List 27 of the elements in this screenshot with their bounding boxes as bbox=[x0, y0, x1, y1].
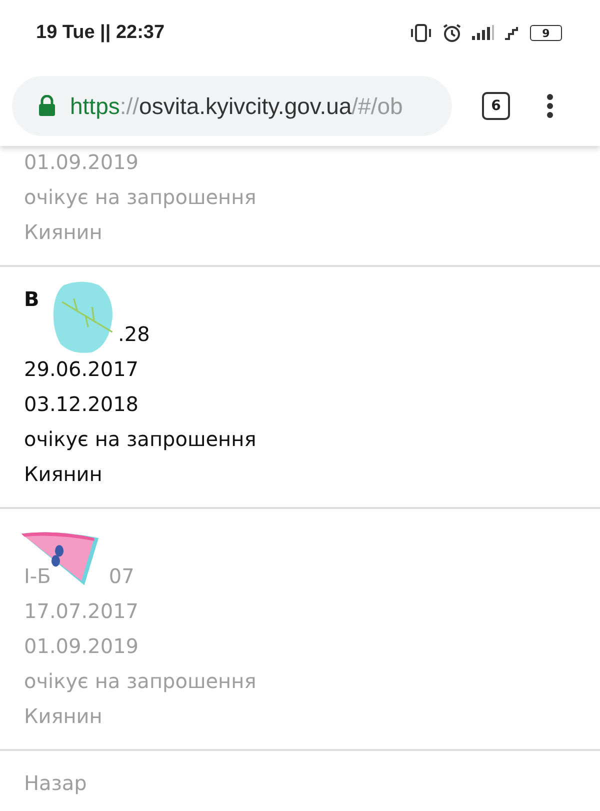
address-bar[interactable]: https://osvita.kyivcity.gov.ua/#/ob bbox=[12, 76, 452, 136]
entry-text: І-Б bbox=[24, 564, 51, 588]
entry-text: Киянин bbox=[24, 704, 102, 728]
entry-text: 01.09.2019 bbox=[24, 150, 139, 174]
tab-count-button[interactable]: 6 bbox=[482, 92, 510, 120]
entry-text: 01.09.2019 bbox=[24, 634, 139, 658]
entry-text: 17.07.2017 bbox=[24, 598, 139, 622]
menu-icon[interactable] bbox=[546, 93, 554, 119]
entry-text: очікує на запрошення bbox=[24, 426, 256, 450]
entry-text: Киянин bbox=[24, 220, 102, 244]
entry-text: В bbox=[24, 286, 40, 310]
signal-icon bbox=[472, 25, 494, 41]
battery-icon: 9 bbox=[530, 25, 562, 41]
url-text: https://osvita.kyivcity.gov.ua/#/ob bbox=[70, 92, 403, 120]
entry-text: очікує на запрошення bbox=[24, 184, 256, 208]
entry-text: очікує на запрошення bbox=[24, 668, 256, 692]
entry-text: .28 bbox=[118, 322, 150, 346]
leaf-sticker-icon bbox=[52, 279, 114, 355]
entry-text: 07 bbox=[108, 564, 134, 588]
entry-text: Назар bbox=[24, 770, 87, 794]
alarm-icon bbox=[442, 23, 462, 43]
entry-text: 29.06.2017 bbox=[24, 356, 139, 380]
entry-text: 03.12.2018 bbox=[24, 392, 139, 416]
status-time: 19 Tue || 22:37 bbox=[36, 22, 165, 44]
entry-text: Киянин bbox=[24, 462, 102, 486]
vibrate-icon bbox=[410, 24, 432, 42]
data-icon bbox=[504, 26, 520, 40]
